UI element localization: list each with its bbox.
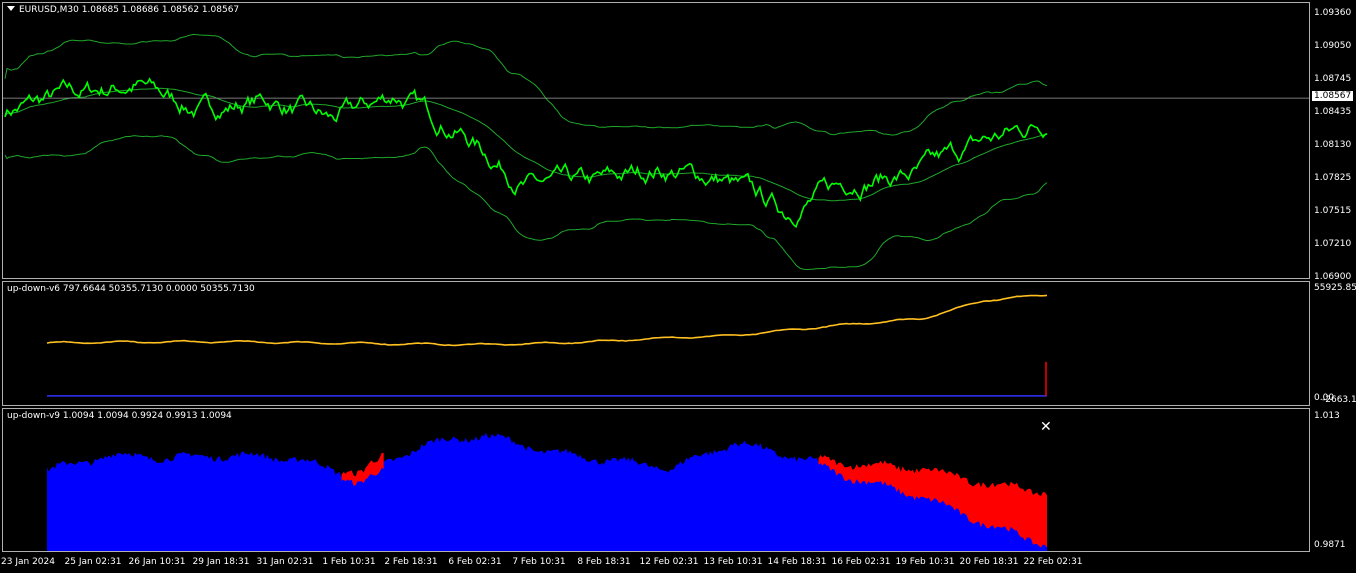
price-chart-title: EURUSD,M30 1.08685 1.08686 1.08562 1.085… xyxy=(7,5,239,15)
price-tick: 1.08435 xyxy=(1314,107,1352,117)
time-tick: 1 Feb 10:31 xyxy=(322,557,376,567)
time-tick: 26 Jan 10:31 xyxy=(128,557,186,567)
price-tick: 1.08130 xyxy=(1314,140,1352,150)
dropdown-triangle-icon[interactable] xyxy=(7,6,15,11)
time-tick: 12 Feb 02:31 xyxy=(639,557,699,567)
ind1-axis-bottom: -2663.136 xyxy=(1322,395,1356,405)
time-tick: 19 Feb 10:31 xyxy=(895,557,955,567)
time-tick: 29 Jan 18:31 xyxy=(192,557,250,567)
indicator-title-v9: up-down-v9 1.0094 1.0094 0.9924 0.9913 1… xyxy=(7,411,232,421)
price-tick: 1.07515 xyxy=(1314,206,1352,216)
ind2-axis-bottom: 0.9871 xyxy=(1314,540,1346,550)
indicator-pane-up-down-v9[interactable]: ✕ up-down-v9 1.0094 1.0094 0.9924 0.9913… xyxy=(2,408,1310,552)
time-tick: 20 Feb 18:31 xyxy=(959,557,1019,567)
time-tick: 6 Feb 02:31 xyxy=(448,557,502,567)
indicator-pane-up-down-v6[interactable]: up-down-v6 797.6644 50355.7130 0.0000 50… xyxy=(2,281,1310,406)
time-tick: 22 Feb 02:31 xyxy=(1023,557,1083,567)
upper-band xyxy=(4,33,1048,136)
price-series xyxy=(4,77,1048,229)
time-tick: 25 Jan 02:31 xyxy=(64,557,122,567)
time-tick: 31 Jan 02:31 xyxy=(256,557,314,567)
time-tick: 16 Feb 02:31 xyxy=(831,557,891,567)
time-axis[interactable]: 23 Jan 2024 25 Jan 02:31 26 Jan 10:31 29 Ja… xyxy=(0,552,1356,573)
ind1-axis-top: 55925.858 xyxy=(1314,283,1356,293)
price-axis[interactable]: 1.09360 1.09050 1.08745 1.08435 1.08130 1.078… xyxy=(1310,0,1356,552)
time-tick: 14 Feb 18:31 xyxy=(767,557,827,567)
signal-marker: ✕ xyxy=(1040,419,1052,435)
price-tick: 1.07825 xyxy=(1314,173,1352,183)
price-chart-pane[interactable]: EURUSD,M30 1.08685 1.08686 1.08562 1.085… xyxy=(2,2,1310,279)
time-tick: 8 Feb 18:31 xyxy=(577,557,631,567)
current-price-tag: 1.08567 xyxy=(1312,91,1354,101)
time-tick: 2 Feb 18:31 xyxy=(384,557,438,567)
up-down-v9-up-area xyxy=(47,432,1047,551)
indicator-canvas-v9: ✕ xyxy=(47,419,1052,551)
time-tick: 23 Jan 2024 xyxy=(1,557,55,567)
time-tick: 13 Feb 10:31 xyxy=(703,557,763,567)
price-chart-canvas xyxy=(3,33,1309,270)
lower-band xyxy=(4,135,1048,270)
ind2-axis-top: 1.013 xyxy=(1314,411,1340,421)
price-tick: 1.09050 xyxy=(1314,41,1352,51)
price-tick: 1.06900 xyxy=(1314,272,1352,282)
price-tick: 1.08745 xyxy=(1314,74,1352,84)
time-tick: 7 Feb 10:31 xyxy=(512,557,566,567)
price-tick: 1.09360 xyxy=(1314,8,1352,18)
indicator-canvas-v6 xyxy=(46,294,1048,397)
up-down-v6-line xyxy=(46,294,1048,347)
price-tick: 1.07210 xyxy=(1314,239,1352,249)
indicator-title-v6: up-down-v6 797.6644 50355.7130 0.0000 50… xyxy=(7,284,255,294)
symbol-info: EURUSD,M30 1.08685 1.08686 1.08562 1.085… xyxy=(19,5,240,15)
